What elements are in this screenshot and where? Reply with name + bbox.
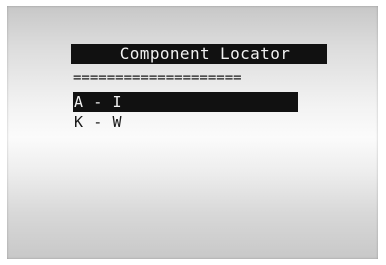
scan-tool-device: Component Locator ==================== A… bbox=[0, 0, 386, 265]
page-title: Component Locator bbox=[119, 44, 291, 63]
title-bar: Component Locator bbox=[71, 44, 327, 64]
menu-item-label: A - I bbox=[74, 93, 123, 111]
menu-item-a-i[interactable]: A - I bbox=[73, 92, 298, 112]
menu-item-k-w[interactable]: K - W bbox=[73, 112, 298, 132]
component-range-menu: A - I K - W bbox=[73, 92, 298, 132]
menu-item-label: K - W bbox=[74, 113, 123, 131]
lcd-screen: Component Locator ==================== A… bbox=[7, 6, 378, 259]
title-separator: ==================== bbox=[73, 70, 242, 86]
